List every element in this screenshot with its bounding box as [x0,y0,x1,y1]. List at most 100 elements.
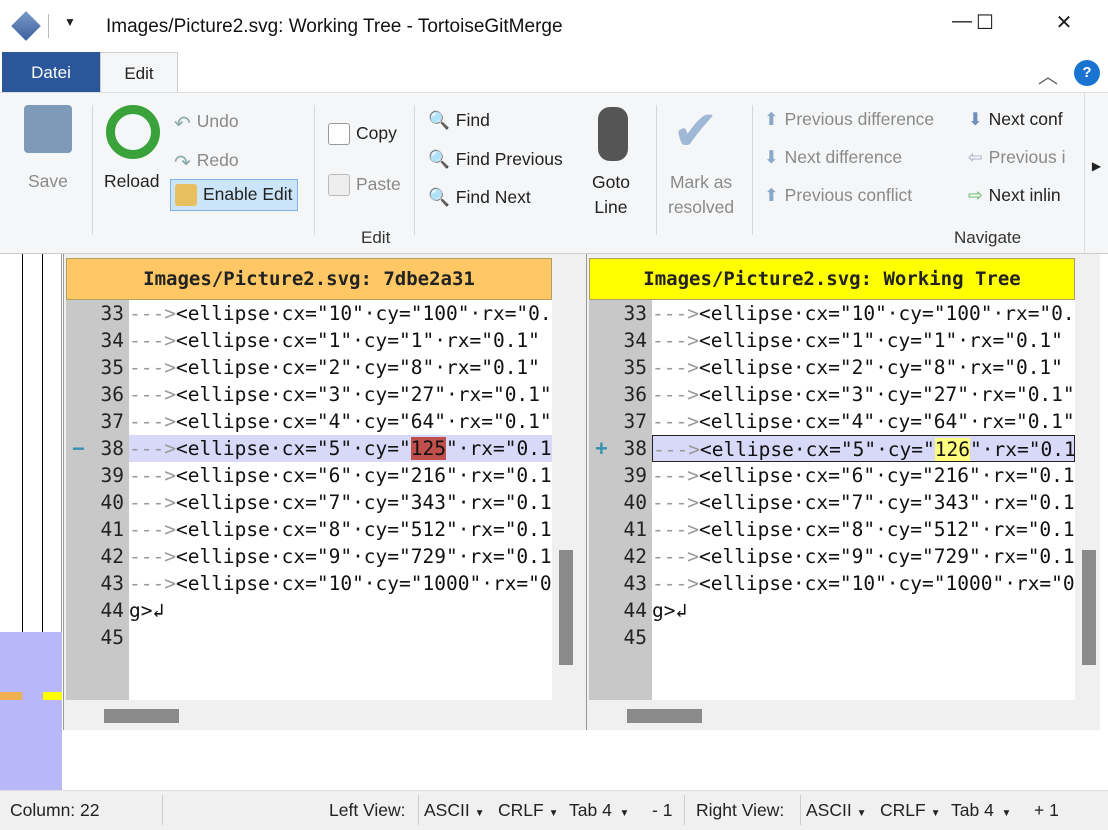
save-button[interactable]: Save [28,171,68,192]
code-text: <ellipse·cx="6"·cy="216"·rx="0.1" [175,464,552,487]
tab-glyph: ---> [129,383,176,406]
arrow-right-icon: ⇨ [968,185,983,206]
reload-button[interactable]: Reload [104,171,159,192]
left-code-view[interactable]: ---><ellipse·cx="10"·cy="100"·rx="0.1" --… [129,300,552,700]
tab-glyph: ---> [652,356,699,379]
right-pane-header: Images/Picture2.svg: Working Tree [589,258,1075,300]
left-horizontal-scrollbar[interactable] [104,709,179,723]
tab-glyph: ---> [129,572,176,595]
tab-glyph: ---> [129,491,176,514]
next-conflict-button[interactable]: ⬇ Next conf [968,109,1063,131]
left-eol-dropdown[interactable]: CRLF ▼ [498,800,558,821]
left-pane-header: Images/Picture2.svg: 7dbe2a31 [66,258,552,300]
magnifier-icon: 🔍 [428,110,450,131]
checkmark-icon: ✔ [672,99,719,162]
collapse-ribbon-icon[interactable]: ︿ [1038,60,1058,89]
code-text: <ellipse·cx="8"·cy="512"·rx="0.1" [175,518,552,541]
undo-button[interactable]: ↶ Undo [174,111,239,135]
code-line: ---><ellipse·cx="9"·cy="729"·rx="0.1" [129,543,552,570]
tab-glyph: ---> [652,302,699,325]
code-text: <ellipse·cx="9"·cy="729"·rx="0.1" [175,545,552,568]
right-vertical-scrollbar[interactable] [1079,300,1097,700]
code-text: <ellipse·cx="10"·cy="1000"·rx="0.1" [698,572,1075,595]
code-line: ---><ellipse·cx="8"·cy="512"·rx="0.1" [652,516,1075,543]
code-line: ---><ellipse·cx="2"·cy="8"·rx="0.1" [652,354,1075,381]
right-eol-dropdown[interactable]: CRLF ▼ [880,800,940,821]
code-line: ---><ellipse·cx="4"·cy="64"·rx="0.1" [129,408,552,435]
code-line: ---><ellipse·cx="3"·cy="27"·rx="0.1" [129,381,552,408]
label: Tab 4 [951,800,994,820]
footsteps-icon [598,107,628,161]
find-previous-button[interactable]: 🔍 Find Previous [428,149,563,171]
code-text: g>↲ [129,599,165,622]
arrow-up-icon: ⬆ [764,109,779,130]
line-number: 36 [623,383,647,406]
ribbon-scroll-right-icon[interactable]: ▶ [1084,93,1108,253]
added-text: 126 [934,438,971,461]
right-tab-dropdown[interactable]: Tab 4 ▼ [951,800,1011,821]
pencil-icon [175,184,197,207]
maximize-button[interactable]: ☐ [965,10,1005,40]
code-line: ---><ellipse·cx="5"·cy="125"·rx="0.1" [129,435,552,462]
code-line: ---><ellipse·cx="9"·cy="729"·rx="0.1" [652,543,1075,570]
app-icon [11,11,41,41]
ribbon: Save Reload ↶ Undo ↷ Redo Enable Edit Copy… [0,92,1108,254]
code-line: ---><ellipse·cx="8"·cy="512"·rx="0.1" [129,516,552,543]
line-number: 39 [100,464,124,487]
mark-resolved-button[interactable]: Mark as resolved [668,170,734,220]
tab-datei[interactable]: Datei [2,52,100,92]
location-bar[interactable] [0,254,62,790]
right-horizontal-scrollbar[interactable] [627,709,702,723]
tab-glyph: ---> [652,491,699,514]
next-inline-button[interactable]: ⇨ Next inlin [968,185,1061,207]
line-number: 41 [100,518,124,541]
enable-edit-button[interactable]: Enable Edit [170,179,298,212]
copy-button[interactable]: Copy [328,123,397,146]
code-text: <ellipse·cx="3"·cy="27"·rx="0.1" [175,383,552,406]
right-pane: Images/Picture2.svg: Working Tree ---><e… [586,254,1100,730]
left-tab-dropdown[interactable]: Tab 4 ▼ [569,800,629,821]
find-next-button[interactable]: 🔍 Find Next [428,187,531,209]
left-vertical-scrollbar[interactable] [556,300,574,700]
code-line: g>↲ [652,597,1075,624]
quick-access-dropdown-icon[interactable]: ▼ [64,15,76,29]
code-line: ---><ellipse·cx="7"·cy="343"·rx="0.1" [652,489,1075,516]
redo-button[interactable]: ↷ Redo [174,150,239,174]
tab-glyph: ---> [652,518,699,541]
next-difference-button[interactable]: ⬇ Next difference [764,147,902,169]
code-text: <ellipse·cx="5"·cy=" [699,438,935,461]
line-number: 45 [100,626,124,649]
previous-inline-button[interactable]: ⇦ Previous i [968,147,1066,169]
line-number: 40 [623,491,647,514]
goto-label-2: Line [594,197,628,217]
code-text: <ellipse·cx="4"·cy="64"·rx="0.1" [698,410,1075,433]
previous-difference-button[interactable]: ⬆ Previous difference [764,109,934,131]
previous-conflict-button[interactable]: ⬆ Previous conflict [764,185,912,207]
arrow-left-icon: ⇦ [968,147,983,168]
code-text: <ellipse·cx="1"·cy="1"·rx="0.1" [698,329,1063,352]
right-encoding-dropdown[interactable]: ASCII ▼ [806,800,867,821]
removed-text: 125 [410,437,447,460]
title-bar: ▼ Images/Picture2.svg: Working Tree - To… [0,0,1108,52]
label: Previous conflict [784,185,913,205]
close-button[interactable]: ✕ [1044,10,1084,40]
left-diff-count: - 1 [652,800,673,820]
removed-marker-icon: − [72,436,85,461]
tab-glyph: ---> [653,438,700,461]
left-encoding-dropdown[interactable]: ASCII ▼ [424,800,485,821]
paste-button[interactable]: Paste [328,174,401,197]
code-line: ---><ellipse·cx="7"·cy="343"·rx="0.1" [129,489,552,516]
line-number: 37 [100,410,124,433]
help-icon[interactable]: ? [1074,60,1100,86]
tab-edit[interactable]: Edit [100,52,178,92]
goto-line-button[interactable]: Goto Line [592,170,630,220]
reload-icon [106,105,160,159]
line-number: 34 [623,329,647,352]
line-number: 40 [100,491,124,514]
pane-splitter[interactable] [577,254,586,730]
right-code-view[interactable]: ---><ellipse·cx="10"·cy="100"·rx="0.1" --… [652,300,1075,700]
find-button[interactable]: 🔍 Find [428,110,490,132]
tab-glyph: ---> [652,329,699,352]
mark-label-1: Mark as [669,172,733,192]
